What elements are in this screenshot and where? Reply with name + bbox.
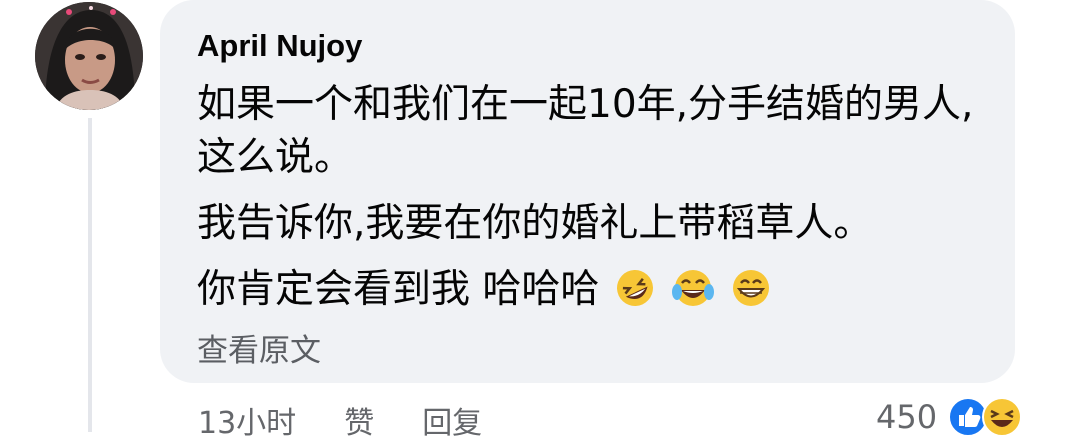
comment-author-name[interactable]: April Nujoy [197,28,362,64]
comment-timestamp[interactable]: 13小时 [198,398,296,442]
thread-line [88,118,92,432]
comment-line: 你肯定会看到我 哈哈哈 [197,263,997,316]
reaction-count: 450 [876,398,938,436]
comment-line-text: 我告诉你,我要在你的婚礼上带稻草人。 [197,201,873,246]
rolling-on-floor-laughing-icon [617,270,654,306]
comment-line-text: 你肯定会看到我 哈哈哈 [197,267,600,312]
face-with-tears-of-joy-icon [672,270,715,306]
comment-line: 如果一个和我们在一起10年,分手结婚的男人,这么说。 [197,82,974,180]
grinning-face-icon [733,270,770,306]
comment-text: 如果一个和我们在一起10年,分手结婚的男人,这么说。 我告诉你,我要在你的婚礼上… [197,78,997,316]
profile-photo [35,2,143,110]
see-original-link[interactable]: 查看原文 [197,325,321,370]
comment-line: 我告诉你,我要在你的婚礼上带稻草人。 [197,197,997,250]
comment-actions: 13小时 赞 回复 [198,398,482,442]
avatar[interactable] [35,2,143,110]
like-button[interactable]: 赞 [344,398,374,442]
comment-bubble: April Nujoy 如果一个和我们在一起10年,分手结婚的男人,这么说。 我… [160,0,1015,383]
reply-button[interactable]: 回复 [422,398,482,442]
